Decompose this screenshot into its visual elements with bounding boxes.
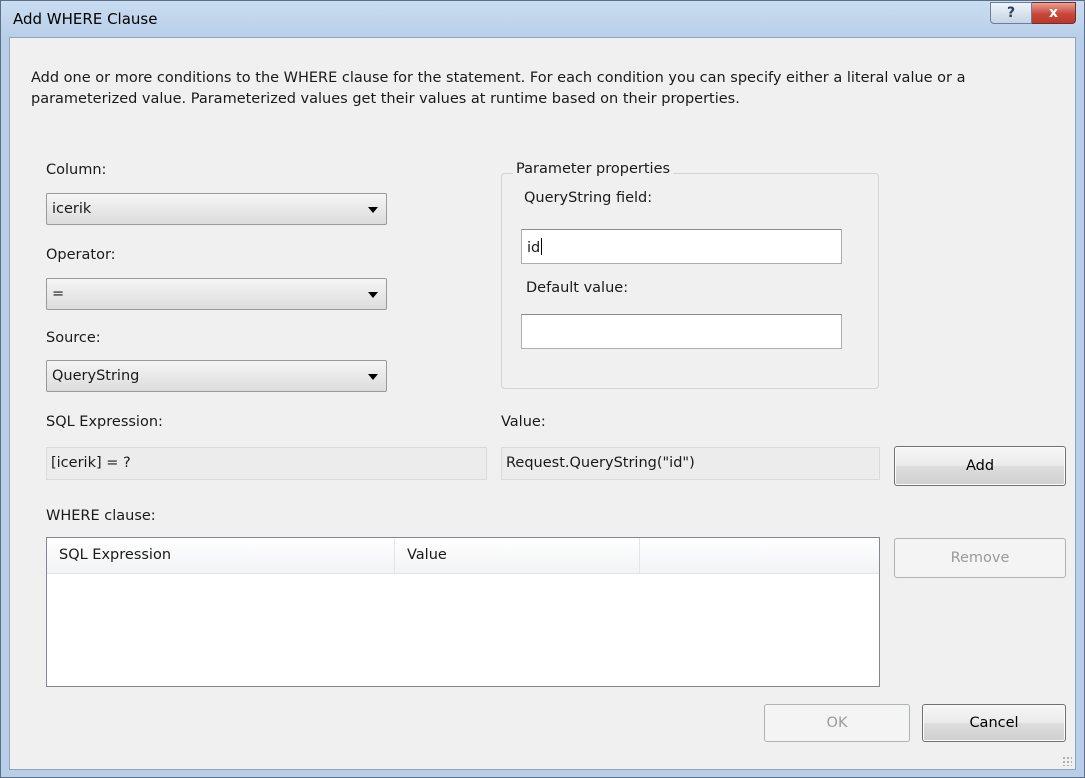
resize-grip-icon[interactable]: [1062, 756, 1072, 766]
querystring-field-value: id: [527, 238, 543, 256]
value-value: Request.QueryString("id"): [506, 455, 695, 471]
column-header-sql-expression[interactable]: SQL Expression: [47, 538, 395, 573]
querystring-field-label: QueryString field:: [524, 190, 653, 206]
where-clause-list[interactable]: SQL Expression Value: [46, 537, 880, 687]
default-value-label: Default value:: [526, 280, 629, 296]
text-caret: [541, 238, 543, 255]
cancel-button[interactable]: Cancel: [922, 704, 1066, 742]
column-label: Column:: [46, 162, 107, 178]
remove-button[interactable]: Remove: [894, 538, 1066, 578]
window-title: Add WHERE Clause: [13, 10, 158, 28]
chevron-down-icon: [368, 292, 378, 298]
column-header-empty: [640, 538, 879, 573]
chevron-down-icon: [368, 374, 378, 380]
add-where-clause-dialog: Add WHERE Clause ? x Add one or more con…: [0, 0, 1085, 778]
source-dropdown[interactable]: QueryString: [46, 360, 387, 392]
column-dropdown[interactable]: icerik: [46, 193, 387, 225]
list-header: SQL Expression Value: [47, 538, 879, 574]
dialog-body: Add one or more conditions to the WHERE …: [9, 37, 1076, 770]
add-button[interactable]: Add: [894, 446, 1066, 486]
querystring-field-input[interactable]: id: [521, 229, 842, 264]
chevron-down-icon: [368, 207, 378, 213]
value-field: Request.QueryString("id"): [501, 447, 880, 480]
close-icon[interactable]: x: [1032, 2, 1076, 24]
parameter-properties-legend: Parameter properties: [513, 161, 674, 177]
column-header-value[interactable]: Value: [395, 538, 640, 573]
sql-expression-label: SQL Expression:: [46, 414, 163, 430]
ok-button[interactable]: OK: [764, 704, 910, 742]
default-value-input[interactable]: [521, 314, 842, 349]
source-label: Source:: [46, 330, 101, 346]
sql-expression-field: [icerik] = ?: [46, 447, 487, 480]
sql-expression-value: [icerik] = ?: [51, 455, 131, 471]
value-label: Value:: [501, 414, 546, 430]
help-icon[interactable]: ?: [990, 2, 1032, 24]
intro-text: Add one or more conditions to the WHERE …: [31, 70, 966, 107]
operator-dropdown[interactable]: =: [46, 278, 387, 310]
where-clause-label: WHERE clause:: [46, 508, 156, 524]
title-bar: Add WHERE Clause ? x: [1, 1, 1084, 37]
source-selected-value: QueryString: [52, 368, 140, 384]
title-buttons: ? x: [990, 2, 1076, 24]
column-selected-value: icerik: [52, 201, 92, 217]
operator-selected-value: =: [52, 286, 65, 302]
operator-label: Operator:: [46, 247, 116, 263]
